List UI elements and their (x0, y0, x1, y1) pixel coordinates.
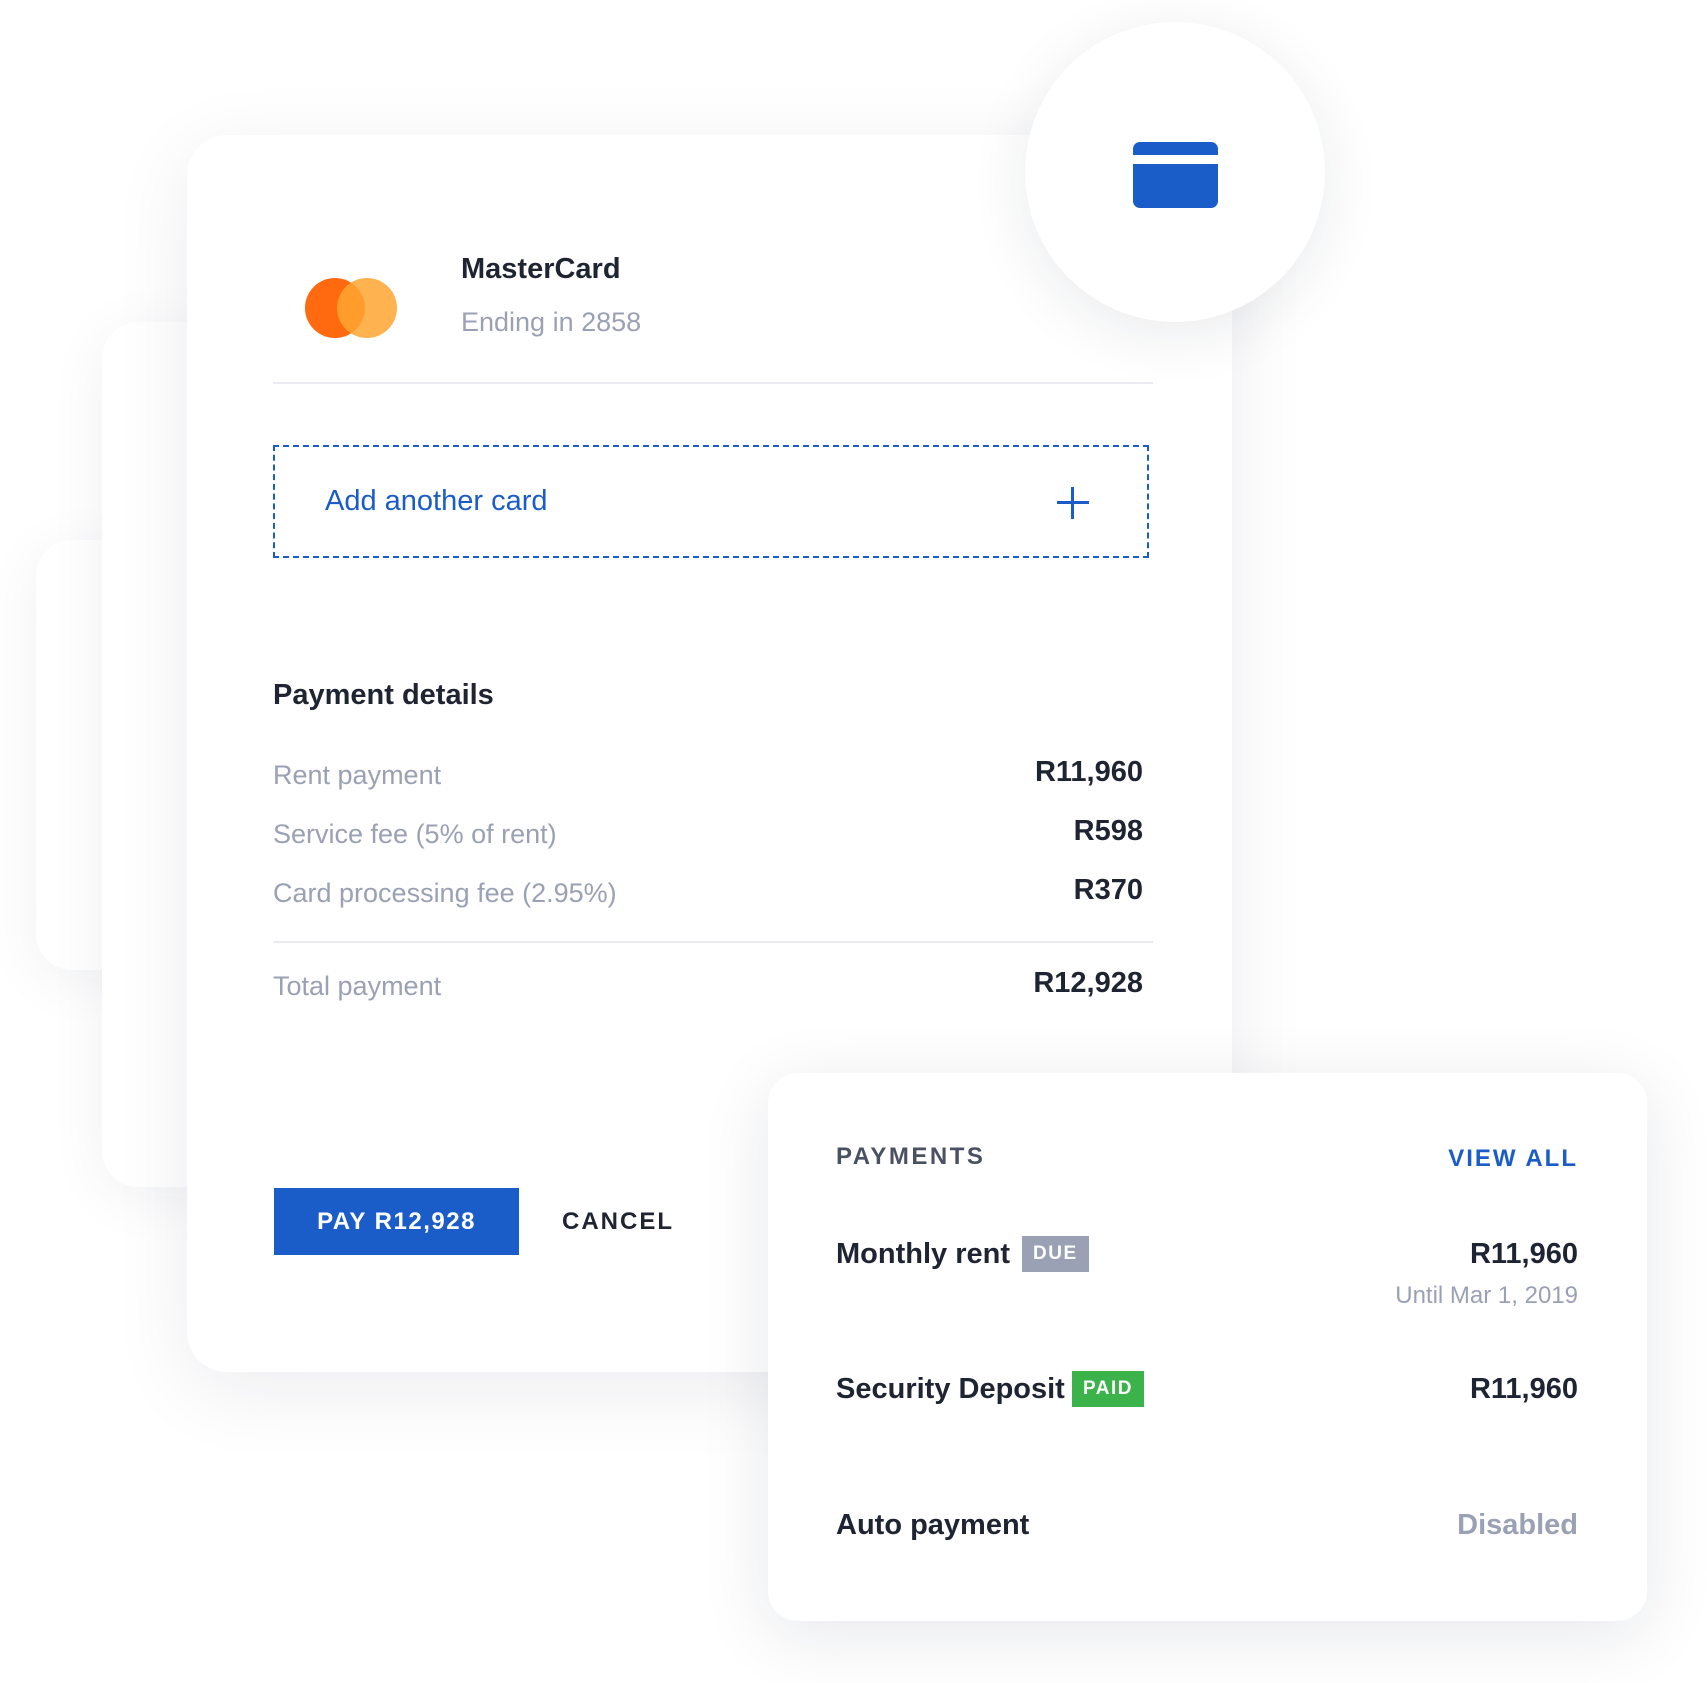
icon-badge (1025, 22, 1325, 322)
detail-label: Service fee (5% of rent) (273, 819, 557, 849)
mastercard-circle-yellow (337, 278, 397, 338)
divider (273, 941, 1153, 943)
plus-icon (1057, 487, 1089, 519)
detail-label: Card processing fee (2.95%) (273, 878, 617, 908)
payment-item-amount: R11,960 (1469, 1238, 1578, 1270)
mastercard-logo-icon (305, 278, 397, 338)
payments-card: PAYMENTS VIEW ALL Monthly rent DUE R11,9… (768, 1073, 1647, 1621)
payment-item-label: Monthly rent (836, 1238, 1010, 1270)
credit-card-icon (1133, 142, 1218, 208)
cancel-button[interactable]: CANCEL (562, 1188, 674, 1255)
payment-item-label: Security Deposit (836, 1373, 1065, 1405)
status-badge: PAID (1072, 1371, 1144, 1407)
view-all-link[interactable]: VIEW ALL (1448, 1145, 1578, 1173)
card-ending: Ending in 2858 (461, 307, 642, 337)
payment-details-title: Payment details (273, 679, 494, 711)
add-card-button[interactable]: Add another card (273, 445, 1149, 558)
payment-item-due-date: Until Mar 1, 2019 (1395, 1282, 1578, 1309)
auto-payment-status: Disabled (1457, 1509, 1578, 1541)
detail-label: Rent payment (273, 760, 442, 790)
payment-item-amount: R11,960 (1469, 1373, 1578, 1405)
detail-value: R370 (1073, 874, 1143, 906)
total-value: R12,928 (1033, 967, 1143, 999)
payments-title: PAYMENTS (836, 1143, 986, 1170)
add-card-label: Add another card (325, 485, 548, 517)
status-badge: DUE (1022, 1236, 1089, 1272)
total-row: Total payment R12,928 (273, 967, 1149, 1007)
total-label: Total payment (273, 971, 442, 1001)
detail-value: R598 (1073, 815, 1143, 847)
detail-row: Rent payment R11,960 (273, 756, 1149, 796)
detail-value: R11,960 (1034, 756, 1143, 788)
payment-item[interactable]: Monthly rent DUE R11,960 Until Mar 1, 20… (836, 1236, 1578, 1309)
payment-item[interactable]: Security Deposit PAID R11,960 (836, 1371, 1578, 1413)
detail-row: Card processing fee (2.95%) R370 (273, 874, 1149, 914)
auto-payment-row[interactable]: Auto payment Disabled (836, 1509, 1578, 1549)
divider (273, 382, 1153, 384)
auto-payment-label: Auto payment (836, 1509, 1030, 1541)
pay-button[interactable]: PAY R12,928 (274, 1188, 519, 1255)
detail-row: Service fee (5% of rent) R598 (273, 815, 1149, 855)
card-brand: MasterCard (461, 253, 621, 285)
